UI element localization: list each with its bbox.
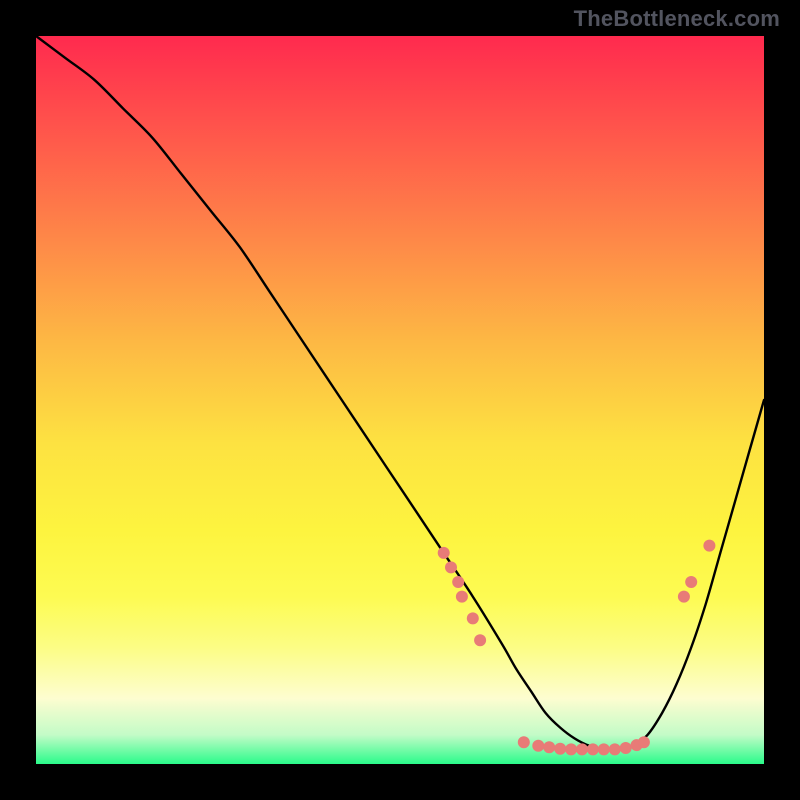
data-point bbox=[445, 561, 457, 573]
data-point bbox=[638, 736, 650, 748]
bottleneck-curve bbox=[36, 36, 764, 750]
data-point bbox=[703, 540, 715, 552]
data-point bbox=[598, 743, 610, 755]
data-point bbox=[532, 740, 544, 752]
chart-root: TheBottleneck.com bbox=[0, 0, 800, 800]
watermark: TheBottleneck.com bbox=[574, 6, 780, 32]
data-point bbox=[543, 741, 555, 753]
data-point bbox=[518, 736, 530, 748]
data-point bbox=[438, 547, 450, 559]
data-point bbox=[554, 743, 566, 755]
data-point bbox=[452, 576, 464, 588]
data-point bbox=[620, 742, 632, 754]
data-point bbox=[587, 743, 599, 755]
data-point bbox=[609, 743, 621, 755]
scatter-dots bbox=[438, 540, 716, 756]
data-point bbox=[565, 743, 577, 755]
data-point bbox=[456, 591, 468, 603]
data-point bbox=[678, 591, 690, 603]
data-point bbox=[467, 612, 479, 624]
data-point bbox=[685, 576, 697, 588]
plot-area bbox=[36, 36, 764, 764]
data-point bbox=[474, 634, 486, 646]
data-point bbox=[576, 743, 588, 755]
chart-svg bbox=[36, 36, 764, 764]
